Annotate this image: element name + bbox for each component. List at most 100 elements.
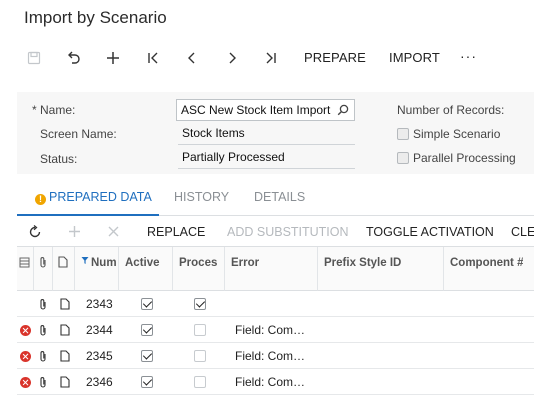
column-header-active-label: Active [125, 257, 160, 269]
column-header-processed-label: Proces [179, 257, 218, 269]
prepare-button[interactable]: PREPARE [304, 50, 366, 65]
screen-name-label: Screen Name: [40, 127, 117, 141]
active-cell[interactable] [141, 369, 161, 395]
next-record-icon[interactable] [220, 44, 244, 72]
tab-details[interactable]: DETAILS [254, 190, 305, 204]
add-substitution-button[interactable]: ADD SUBSTITUTION [227, 225, 349, 239]
active-cell[interactable] [141, 291, 161, 317]
clear-button[interactable]: CLE [511, 225, 534, 239]
parallel-processing-checkbox[interactable] [397, 152, 409, 164]
filter-icon [81, 257, 89, 264]
row-num[interactable]: 2344 [86, 317, 118, 343]
error-status-icon [17, 369, 34, 395]
page-title: Import by Scenario [24, 8, 167, 27]
last-record-icon[interactable] [259, 44, 283, 72]
status-label: Status: [40, 152, 78, 166]
row-status-icon [19, 257, 30, 268]
active-checkbox[interactable] [141, 376, 153, 388]
processed-checkbox[interactable] [194, 298, 206, 310]
column-header-component[interactable]: Component # [444, 247, 534, 291]
tab-prepared-data[interactable]: ! PREPARED DATA [35, 190, 152, 205]
search-icon[interactable] [337, 104, 349, 116]
paperclip-icon[interactable] [35, 343, 51, 369]
column-header-num[interactable]: Num [75, 247, 119, 291]
note-icon[interactable] [57, 369, 73, 395]
number-of-records-label: Number of Records: [397, 103, 505, 117]
tab-prepared-data-label: PREPARED DATA [49, 190, 152, 204]
active-checkbox[interactable] [141, 350, 153, 362]
error-cell[interactable]: Field: Com… [235, 343, 315, 369]
paperclip-icon[interactable] [35, 317, 51, 343]
column-header-processed[interactable]: Proces [173, 247, 225, 291]
name-label: Name: [40, 103, 76, 117]
name-value: ASC New Stock Item Import [181, 103, 331, 117]
replace-button[interactable]: REPLACE [147, 225, 205, 239]
note-icon[interactable] [57, 343, 73, 369]
paperclip-icon[interactable] [35, 369, 51, 395]
column-header-row-status[interactable] [17, 247, 34, 291]
processed-checkbox[interactable] [194, 350, 206, 362]
note-icon[interactable] [57, 291, 73, 317]
active-cell[interactable] [141, 317, 161, 343]
row-num[interactable]: 2345 [86, 343, 118, 369]
error-cell[interactable] [235, 291, 315, 317]
column-header-notes[interactable] [53, 247, 75, 291]
table-row[interactable]: 2344 Field: Com… [17, 317, 534, 343]
active-checkbox[interactable] [141, 298, 153, 310]
row-num[interactable]: 2343 [86, 291, 118, 317]
paperclip-icon[interactable] [35, 291, 51, 317]
processed-cell[interactable] [194, 291, 214, 317]
add-icon[interactable] [101, 44, 125, 72]
row-num[interactable]: 2346 [86, 369, 118, 395]
parallel-processing-label: Parallel Processing [413, 151, 516, 165]
screen-name-field[interactable]: Stock Items [178, 123, 355, 145]
import-button[interactable]: IMPORT [389, 50, 440, 65]
processed-checkbox[interactable] [194, 376, 206, 388]
table-row[interactable]: 2346 Field: Com… [17, 369, 534, 395]
active-cell[interactable] [141, 343, 161, 369]
column-header-error[interactable]: Error [225, 247, 318, 291]
table-row[interactable]: 2343 [17, 291, 534, 317]
tab-bar: ! PREPARED DATA HISTORY DETAILS [17, 180, 534, 216]
previous-record-icon[interactable] [180, 44, 204, 72]
simple-scenario-label: Simple Scenario [413, 127, 501, 141]
error-status-icon [17, 343, 34, 369]
column-header-files[interactable] [34, 247, 53, 291]
delete-row-icon[interactable] [108, 226, 119, 237]
table-row[interactable]: 2345 Field: Com… [17, 343, 534, 369]
note-icon[interactable] [57, 317, 73, 343]
add-row-icon[interactable] [68, 225, 81, 238]
status-field: Partially Processed [178, 147, 355, 169]
column-header-error-label: Error [231, 257, 260, 269]
processed-cell[interactable] [194, 317, 214, 343]
active-tab-indicator [17, 214, 159, 216]
column-header-prefix-style-id[interactable]: Prefix Style ID [318, 247, 444, 291]
undo-icon[interactable] [61, 44, 85, 72]
error-cell[interactable]: Field: Com… [235, 317, 315, 343]
more-actions-button[interactable]: ··· [460, 48, 477, 64]
column-header-prefix-style-id-label: Prefix Style ID [324, 257, 402, 269]
processed-cell[interactable] [194, 369, 214, 395]
main-toolbar: PREPARE IMPORT ··· [0, 44, 534, 72]
processed-checkbox[interactable] [194, 324, 206, 336]
first-record-icon[interactable] [141, 44, 165, 72]
error-cell[interactable]: Field: Com… [235, 369, 315, 395]
tab-history[interactable]: HISTORY [174, 190, 229, 204]
error-status-icon [17, 317, 34, 343]
summary-form: * Name: ASC New Stock Item Import Screen… [17, 92, 534, 174]
simple-scenario-checkbox[interactable] [397, 128, 409, 140]
name-field[interactable]: ASC New Stock Item Import [176, 99, 355, 121]
required-marker: * [32, 103, 37, 117]
column-header-num-label: Num [91, 257, 117, 269]
paperclip-icon [40, 257, 46, 268]
toggle-activation-button[interactable]: TOGGLE ACTIVATION [366, 225, 494, 239]
prepared-data-grid: Num Active Proces Error Prefix Style ID … [17, 246, 534, 400]
warning-icon: ! [35, 194, 46, 205]
processed-cell[interactable] [194, 343, 214, 369]
refresh-icon[interactable] [28, 225, 42, 239]
column-header-component-label: Component # [450, 257, 524, 269]
save-icon[interactable] [22, 44, 46, 72]
column-header-active[interactable]: Active [119, 247, 173, 291]
note-icon [58, 256, 68, 268]
active-checkbox[interactable] [141, 324, 153, 336]
